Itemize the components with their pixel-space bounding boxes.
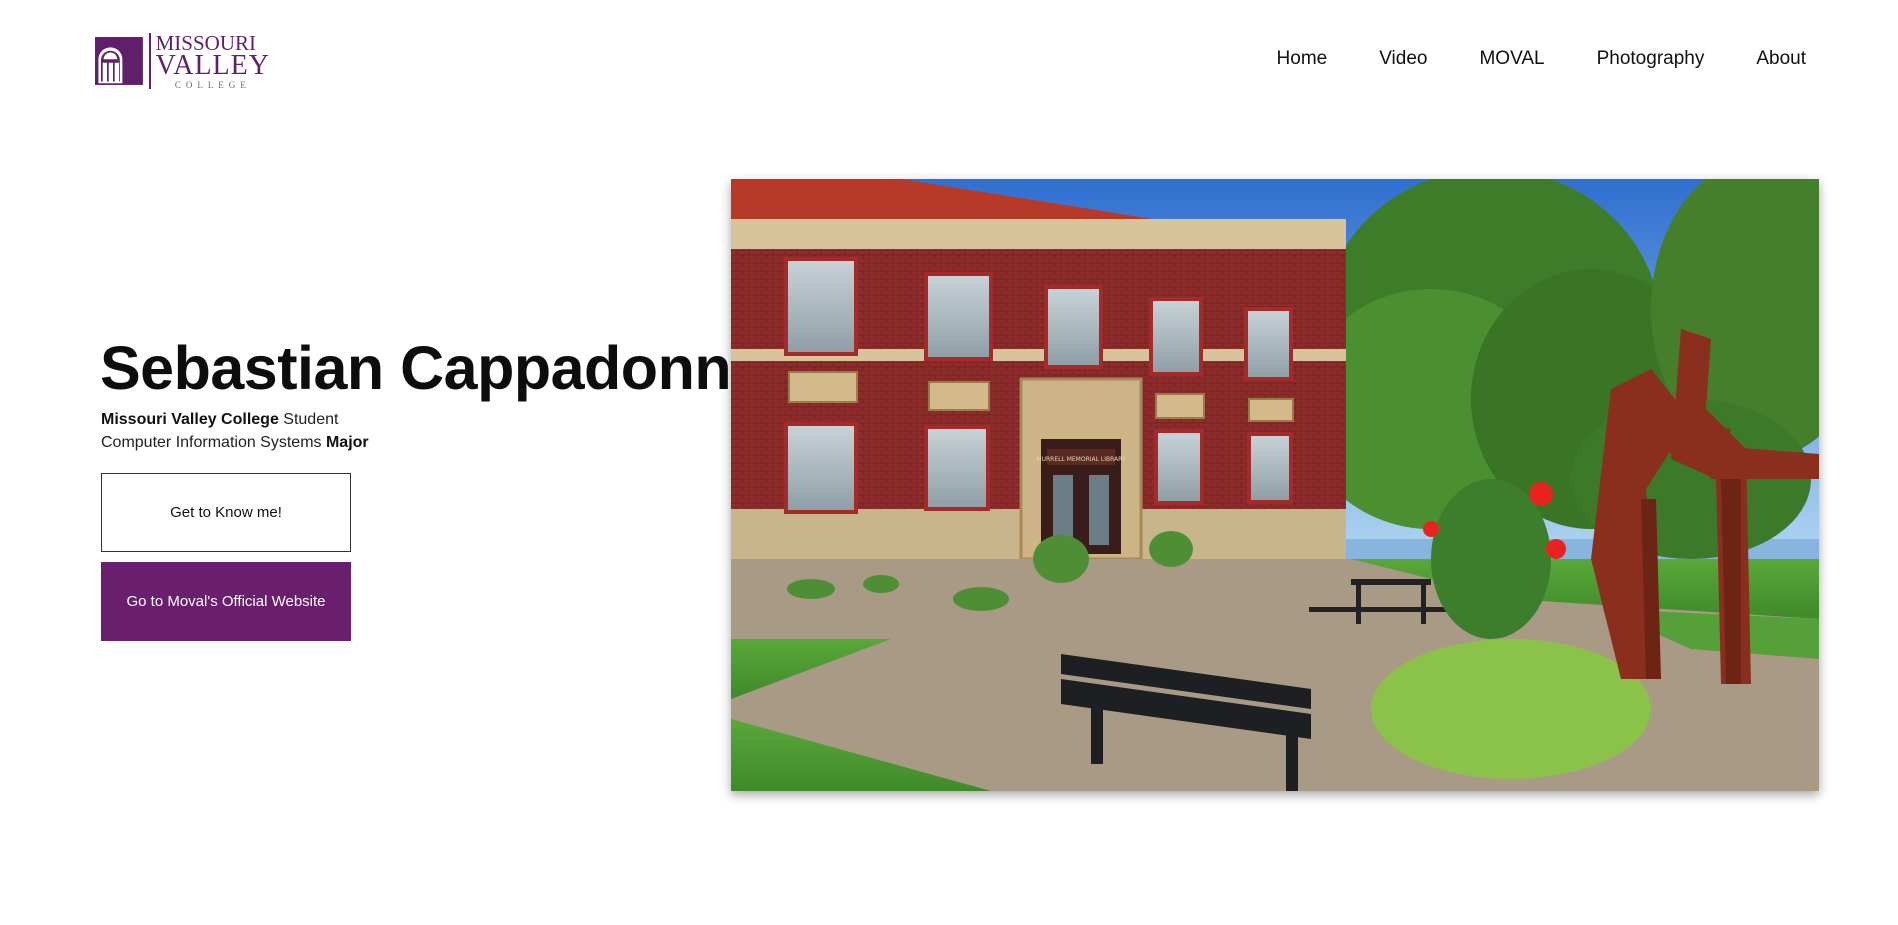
nav-item-photography[interactable]: Photography — [1597, 48, 1705, 70]
campus-illustration: MURRELL MEMORIAL LIBRARY — [731, 179, 1819, 791]
hero-subtitle-line-2: Computer Information Systems Major — [101, 431, 369, 454]
logo-line-3: COLLEGE — [174, 79, 251, 90]
official-website-button[interactable]: Go to Moval's Official Website — [101, 562, 351, 641]
library-sign: MURRELL MEMORIAL LIBRARY — [1036, 456, 1125, 463]
hero-subtitle: Missouri Valley College Student Computer… — [101, 408, 369, 454]
major-name: Computer Information Systems — [101, 434, 326, 451]
nav-item-home[interactable]: Home — [1277, 48, 1328, 70]
nav-item-moval[interactable]: MOVAL — [1479, 48, 1544, 70]
hero-title: Sebastian Cappadonna — [100, 334, 765, 402]
campus-photo: MURRELL MEMORIAL LIBRARY — [731, 179, 1819, 791]
nav-item-about[interactable]: About — [1756, 48, 1806, 70]
logo-wordmark: MISSOURI VALLEY COLLEGE — [155, 32, 270, 90]
logo-divider — [148, 33, 151, 89]
hero-subtitle-line-1: Missouri Valley College Student — [101, 408, 369, 431]
main-nav: Home Video MOVAL Photography About — [1225, 48, 1806, 70]
major-label: Major — [325, 434, 369, 451]
college-logo[interactable]: MISSOURI VALLEY COLLEGE — [95, 32, 270, 90]
arched-window-icon — [95, 37, 143, 85]
nav-item-video[interactable]: Video — [1379, 48, 1427, 70]
logo-line-2: VALLEY — [155, 49, 270, 81]
college-name: Missouri Valley College — [101, 411, 279, 428]
get-to-know-me-button[interactable]: Get to Know me! — [101, 473, 351, 552]
page: MISSOURI VALLEY COLLEGE Home Video MOVAL… — [0, 0, 1898, 925]
role-text: Student — [278, 411, 339, 428]
